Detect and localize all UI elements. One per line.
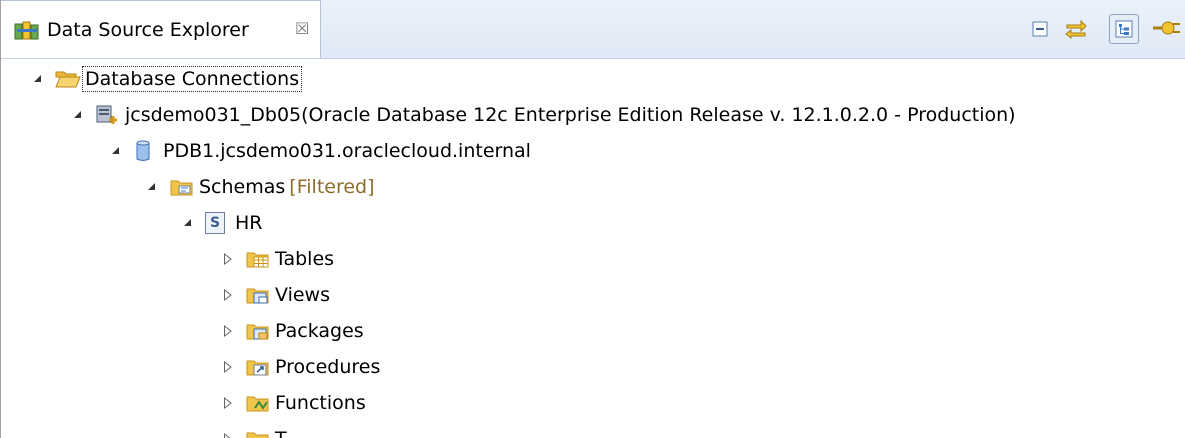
filtered-decoration: [Filtered] xyxy=(289,176,375,198)
tree-node-tables[interactable]: Tables xyxy=(223,241,336,277)
collapsed-twistie-icon[interactable] xyxy=(223,433,245,438)
expanded-twistie-icon[interactable] xyxy=(147,182,169,192)
expanded-twistie-icon[interactable] xyxy=(73,110,95,120)
new-connection-icon xyxy=(1153,21,1180,35)
collapsed-twistie-icon[interactable] xyxy=(223,289,245,301)
schema-icon-letter: S xyxy=(205,212,225,234)
collapse-all-icon xyxy=(1032,21,1048,37)
view-tab-bar: Data Source Explorer ☒ xyxy=(1,0,1185,59)
tree-node-connection[interactable]: jcsdemo031_Db05(Oracle Database 12c Ente… xyxy=(73,97,1018,133)
database-icon xyxy=(133,139,161,163)
database-connection-icon xyxy=(95,103,123,127)
tables-folder-icon xyxy=(245,248,273,270)
folder-icon xyxy=(245,428,273,438)
expanded-twistie-icon[interactable] xyxy=(33,74,55,84)
tree-node-procedures[interactable]: Procedures xyxy=(223,349,382,385)
schema-icon: S xyxy=(205,212,233,234)
data-source-explorer-icon xyxy=(14,20,40,47)
collapsed-twistie-icon[interactable] xyxy=(223,325,245,337)
expanded-twistie-icon[interactable] xyxy=(111,146,133,156)
procedures-folder-icon xyxy=(245,356,273,378)
packages-folder-icon xyxy=(245,320,273,342)
collapsed-twistie-icon[interactable] xyxy=(223,397,245,409)
schema-label: HR xyxy=(235,212,263,234)
functions-folder-icon xyxy=(245,392,273,414)
views-folder-icon xyxy=(245,284,273,306)
tree-node-schemas[interactable]: Schemas [Filtered] xyxy=(147,169,377,205)
collapsed-twistie-icon[interactable] xyxy=(223,253,245,265)
expanded-twistie-icon[interactable] xyxy=(183,218,205,228)
database-connections-label: Database Connections xyxy=(81,66,303,92)
collapsed-twistie-icon[interactable] xyxy=(223,361,245,373)
close-icon[interactable]: ☒ xyxy=(295,19,309,38)
tree-node-views[interactable]: Views xyxy=(223,277,332,313)
new-connection-profile-button[interactable] xyxy=(1151,14,1181,44)
partial-node-label: T xyxy=(273,427,289,438)
tree-node-functions[interactable]: Functions xyxy=(223,385,368,421)
tree-node-database-connections[interactable]: Database Connections xyxy=(33,61,303,97)
hierarchy-icon xyxy=(1115,20,1133,38)
tables-label: Tables xyxy=(275,248,335,270)
link-with-editor-button[interactable] xyxy=(1061,14,1091,44)
view-tab[interactable]: Data Source Explorer ☒ xyxy=(1,0,321,58)
tree-node-packages[interactable]: Packages xyxy=(223,313,366,349)
tree-node-partial[interactable]: T xyxy=(223,421,289,438)
connection-tree: Database Connections jcsdemo031_Db05(Ora… xyxy=(1,58,1185,438)
collapse-all-button[interactable] xyxy=(1025,14,1055,44)
open-folder-icon xyxy=(55,68,83,90)
schemas-label: Schemas xyxy=(199,176,286,198)
procedures-label: Procedures xyxy=(275,356,381,378)
show-hierarchy-button[interactable] xyxy=(1109,14,1139,44)
link-with-editor-icon xyxy=(1065,19,1087,40)
data-source-explorer-view: Data Source Explorer ☒ Database Connecti… xyxy=(0,0,1185,438)
tree-node-schema-hr[interactable]: S HR xyxy=(183,205,265,241)
views-label: Views xyxy=(275,284,330,306)
view-title: Data Source Explorer xyxy=(47,19,249,41)
connection-label: jcsdemo031_Db05(Oracle Database 12c Ente… xyxy=(125,104,1016,126)
functions-label: Functions xyxy=(275,392,366,414)
database-label: PDB1.jcsdemo031.oraclecloud.internal xyxy=(163,140,531,162)
tree-node-database[interactable]: PDB1.jcsdemo031.oraclecloud.internal xyxy=(111,133,533,169)
schemas-folder-icon xyxy=(169,176,197,198)
packages-label: Packages xyxy=(275,320,364,342)
